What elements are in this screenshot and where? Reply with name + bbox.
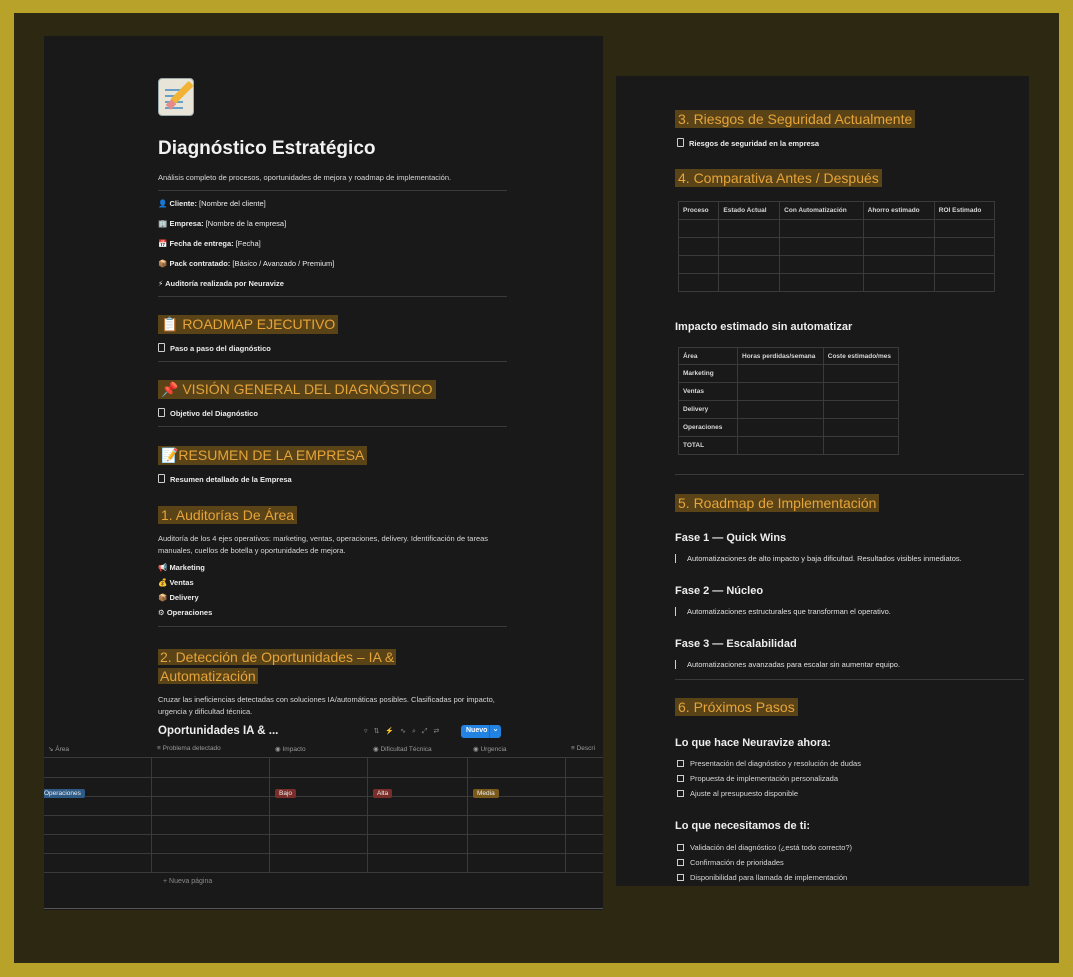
chevron-down-icon[interactable]: ⌄ [489,725,501,738]
grid-page-icon [158,408,165,417]
expand-icon[interactable]: ⤢ [422,728,434,735]
property-pack: 📦 Pack contratado: [Básico / Avanzado / … [158,259,335,268]
building-icon: 🏢 [158,219,168,228]
impacto-table: Área Horas perdidas/semana Coste estimado/… [678,347,900,455]
link-ventas[interactable]: 💰 Ventas [158,578,194,587]
megaphone-icon: 📢 [158,563,168,572]
checkbox[interactable] [677,790,684,797]
heading-auditorias: 1. Auditorías De Área [158,506,298,524]
link-resumen[interactable]: Resumen detallado de la Empresa [158,474,292,484]
property-fecha: 📅 Fecha de entrega: [Fecha] [158,239,261,248]
fase-3-quote: Automatizaciones avanzadas para escalar … [675,660,900,669]
text-icon: ≡ [157,745,161,752]
impacto-title: Impacto estimado sin automatizar [675,321,853,333]
tag-impacto[interactable]: Bajo [275,789,297,798]
lightning-icon[interactable]: ⚡ [385,728,400,735]
property-auditoria: ⚡ Auditoría realizada por Neuravize [158,279,284,288]
status-icon: ◉ [373,746,379,753]
page-icon [158,343,165,352]
col-urgencia[interactable]: ◉ Urgencia [473,745,507,753]
link-paso-a-paso[interactable]: Paso a paso del diagnóstico [158,343,271,353]
checkbox-item[interactable]: Ajuste al presupuesto disponible [677,789,798,798]
deteccion-description: Cruzar las ineficiencias detectadas con … [158,695,495,716]
heading-proximos-pasos: 6. Próximos Pasos [675,698,798,716]
table-row[interactable]: Operaciones [44,782,85,800]
status-icon: ◉ [473,746,479,753]
filter-icon[interactable]: ▿ [364,728,374,735]
calendar-icon: 📅 [158,239,168,248]
plus-icon: + [163,878,168,885]
checkbox-item[interactable]: Confirmación de prioridades [677,858,784,867]
database-toolbar: ▿⇅⚡∿⌕⤢⇄ [364,727,445,736]
checkbox[interactable] [677,874,684,881]
link-operaciones[interactable]: ⚙ Operaciones [158,608,212,617]
col-impacto[interactable]: ◉ Impacto [275,745,306,753]
comparativa-table: Proceso Estado Actual Con Automatización Ah… [677,201,996,292]
checkbox-item[interactable]: Disponibilidad para llamada de implement… [677,873,847,882]
link-icon[interactable]: ∿ [400,728,412,735]
database-title: Oportunidades IA & ... [158,725,279,737]
fase-2-title: Fase 2 — Núcleo [675,585,764,597]
heading-deteccion: 2. Detección de Oportunidades – IA & Auto… [158,649,397,684]
property-empresa: 🏢 Empresa: [Nombre de la empresa] [158,219,287,228]
ti-title: Lo que necesitamos de ti: [675,820,811,832]
neuravize-title: Lo que hace Neuravize ahora: [675,737,831,749]
new-page-button[interactable]: + Nueva página [163,878,212,885]
settings-icon[interactable]: ⇄ [434,728,446,735]
checkbox[interactable] [677,775,684,782]
search-icon[interactable]: ⌕ [412,728,422,735]
lightning-icon: ⚡ [158,279,164,288]
col-area[interactable]: ↘ Área [48,745,69,753]
link-objetivo[interactable]: Objetivo del Diagnóstico [158,408,258,418]
right-page: 3. Riesgos de Seguridad Actualmente Ries… [616,76,1029,886]
checkbox[interactable] [677,859,684,866]
link-riesgos[interactable]: Riesgos de seguridad en la empresa [677,138,819,148]
auditorias-description: Auditoría de los 4 ejes operativos: mark… [158,534,489,555]
tag-area: Operaciones [44,789,85,798]
checkbox-item[interactable]: Presentación del diagnóstico y resolució… [677,759,861,768]
text-icon: ≡ [571,745,575,752]
page-title: Diagnóstico Estratégico [158,138,376,159]
checkbox-item[interactable]: Propuesta de implementación personalizad… [677,774,838,783]
checkbox[interactable] [677,760,684,767]
tag-dificultad[interactable]: Alta [373,789,393,798]
gear-icon: ⚙ [158,608,165,617]
col-problema[interactable]: ≡ Problema detectado [157,745,221,752]
heading-riesgos: 3. Riesgos de Seguridad Actualmente [675,110,916,128]
memo-icon [158,78,194,116]
page-icon [677,138,684,147]
page-icon [158,474,165,483]
col-dificultad[interactable]: ◉ Dificultad Técnica [373,745,432,753]
sort-icon[interactable]: ⇅ [374,728,386,735]
heading-resumen-empresa: 📝RESUMEN DE LA EMPRESA [158,446,368,465]
person-icon: 👤 [158,199,168,208]
fase-3-title: Fase 3 — Escalabilidad [675,638,797,650]
fase-1-title: Fase 1 — Quick Wins [675,532,787,544]
checkbox-item[interactable]: Validación del diagnóstico (¿está todo c… [677,843,852,852]
heading-roadmap-ejecutivo: 📋 ROADMAP EJECUTIVO [158,315,339,334]
link-marketing[interactable]: 📢 Marketing [158,563,205,572]
arrow-icon: ↘ [48,746,54,753]
page-subtitle: Análisis completo de procesos, oportunid… [158,173,452,182]
new-button[interactable]: Nuevo ⌄ [461,725,501,738]
fase-2-quote: Automatizaciones estructurales que trans… [675,607,891,616]
checkbox[interactable] [677,844,684,851]
left-page: Diagnóstico Estratégico Análisis complet… [44,36,603,910]
heading-comparativa: 4. Comparativa Antes / Después [675,169,882,187]
link-delivery[interactable]: 📦 Delivery [158,593,199,602]
tag-urgencia[interactable]: Media [473,789,499,798]
property-cliente: 👤 Cliente: [Nombre del cliente] [158,199,266,208]
col-descripcion[interactable]: ≡ Descri [571,745,595,752]
package-icon: 📦 [158,593,168,602]
package-icon: 📦 [158,259,168,268]
money-bag-icon: 💰 [158,578,168,587]
status-icon: ◉ [275,746,281,753]
heading-roadmap-implementacion: 5. Roadmap de Implementación [675,494,880,512]
heading-vision-general: 📌 VISIÓN GENERAL DEL DIAGNÓSTICO [158,380,436,399]
fase-1-quote: Automatizaciones de alto impacto y baja … [675,554,962,563]
